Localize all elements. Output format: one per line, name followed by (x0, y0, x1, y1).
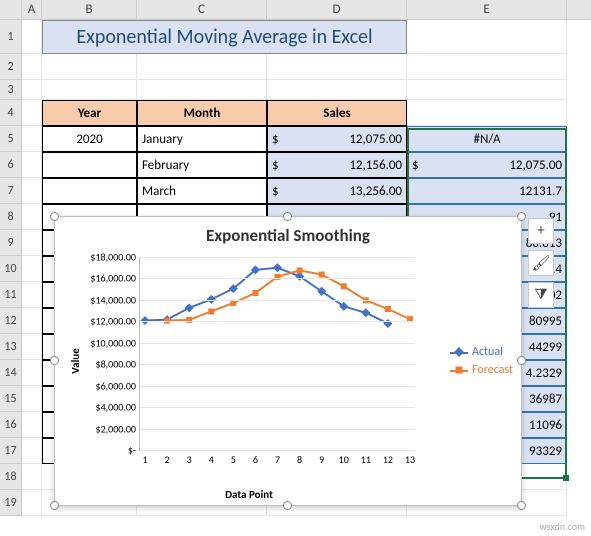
chart-object[interactable]: Exponential Smoothing Value Data Point A… (54, 216, 522, 506)
chart-side-buttons: + 🖌 ⧩ (528, 218, 554, 308)
column-header-row: A B C D E (0, 0, 591, 20)
cell[interactable] (22, 20, 42, 54)
legend-label: Actual (472, 345, 503, 359)
table-cell-year[interactable] (42, 178, 137, 204)
plus-icon: + (537, 222, 544, 240)
row-header[interactable]: 3 (0, 80, 22, 100)
x-tick-label: 9 (319, 453, 324, 466)
x-tick-label: 8 (297, 453, 302, 466)
resize-handle[interactable] (50, 501, 59, 510)
x-tick-label: 6 (253, 453, 258, 466)
table-header-sales[interactable]: Sales (267, 100, 407, 126)
cell[interactable] (407, 20, 567, 54)
x-tick-label: 2 (165, 453, 170, 466)
row-header[interactable]: 2 (0, 54, 22, 80)
page-title[interactable]: Exponential Moving Average in Excel (42, 20, 407, 54)
row-header[interactable]: 4 (0, 100, 22, 126)
table-cell-month[interactable]: January (137, 126, 267, 152)
col-header-E[interactable]: E (407, 0, 567, 19)
y-tick-label: $2,000.00 (96, 422, 137, 435)
table-cell-sales[interactable]: $ 12,156.00 (267, 152, 407, 178)
y-tick-label: $12,000.00 (90, 315, 136, 328)
table-cell-sales[interactable]: $ 12,075.00 (267, 126, 407, 152)
chart-elements-button[interactable]: + (528, 218, 554, 244)
diamond-marker-icon (450, 347, 468, 357)
select-all-corner[interactable] (0, 0, 22, 19)
x-tick-label: 4 (209, 453, 214, 466)
chart-legend[interactable]: Actual Forecast (450, 341, 513, 381)
legend-item-actual[interactable]: Actual (450, 345, 513, 359)
resize-handle[interactable] (50, 212, 59, 221)
y-tick-label: $8,000.00 (96, 358, 137, 371)
worksheet[interactable]: A B C D E 1 Exponential Moving Average i… (0, 0, 591, 536)
legend-label: Forecast (472, 363, 513, 377)
resize-handle[interactable] (517, 356, 526, 365)
col-header-A[interactable]: A (22, 0, 42, 19)
y-tick-label: $- (128, 444, 136, 457)
x-tick-label: 1 (142, 453, 147, 466)
forecast-cell-na[interactable]: #N/A (407, 126, 567, 152)
table-cell-month[interactable]: March (137, 178, 267, 204)
resize-handle[interactable] (283, 212, 292, 221)
row-header[interactable]: 5 (0, 126, 22, 152)
table-cell-year[interactable]: 2020 (42, 126, 137, 152)
forecast-cell[interactable]: $ 12,075.00 (407, 152, 567, 178)
filter-icon: ⧩ (534, 286, 547, 304)
forecast-cell[interactable]: 12131.7 (407, 178, 567, 204)
col-header-D[interactable]: D (267, 0, 407, 19)
y-tick-label: $4,000.00 (96, 401, 137, 414)
table-cell-sales[interactable]: $ 13,256.00 (267, 178, 407, 204)
row-header[interactable]: 1 (0, 20, 22, 54)
x-tick-label: 10 (339, 453, 349, 466)
table-header-year[interactable]: Year (42, 100, 137, 126)
table-header-month[interactable]: Month (137, 100, 267, 126)
col-header-B[interactable]: B (42, 0, 137, 19)
chart-title[interactable]: Exponential Smoothing (55, 217, 521, 248)
y-tick-label: $18,000.00 (90, 251, 136, 264)
legend-item-forecast[interactable]: Forecast (450, 363, 513, 377)
resize-handle[interactable] (50, 356, 59, 365)
x-tick-label: 5 (231, 453, 236, 466)
x-tick-label: 12 (383, 453, 393, 466)
resize-handle[interactable] (517, 212, 526, 221)
y-tick-label: $10,000.00 (90, 336, 136, 349)
resize-handle[interactable] (283, 501, 292, 510)
brush-icon: 🖌 (531, 254, 550, 273)
x-tick-label: 7 (275, 453, 280, 466)
y-tick-label: $14,000.00 (90, 293, 136, 306)
col-header-C[interactable]: C (137, 0, 267, 19)
x-tick-label: 3 (187, 453, 192, 466)
watermark: wsxdn.com (540, 520, 585, 533)
y-tick-label: $16,000.00 (90, 272, 136, 285)
square-marker-icon (450, 365, 468, 375)
table-cell-month[interactable]: February (137, 152, 267, 178)
x-tick-label: 11 (361, 453, 371, 466)
row-header[interactable]: 7 (0, 178, 22, 204)
chart-plot-area[interactable]: $-$2,000.00$4,000.00$6,000.00$8,000.00$1… (139, 257, 415, 451)
resize-handle[interactable] (517, 501, 526, 510)
x-tick-label: 13 (405, 453, 415, 466)
y-tick-label: $6,000.00 (96, 379, 137, 392)
chart-filters-button[interactable]: ⧩ (528, 282, 554, 308)
chart-x-axis-label: Data Point (77, 488, 421, 501)
table-cell-year[interactable] (42, 152, 137, 178)
chart-styles-button[interactable]: 🖌 (528, 250, 554, 276)
row-header[interactable]: 6 (0, 152, 22, 178)
